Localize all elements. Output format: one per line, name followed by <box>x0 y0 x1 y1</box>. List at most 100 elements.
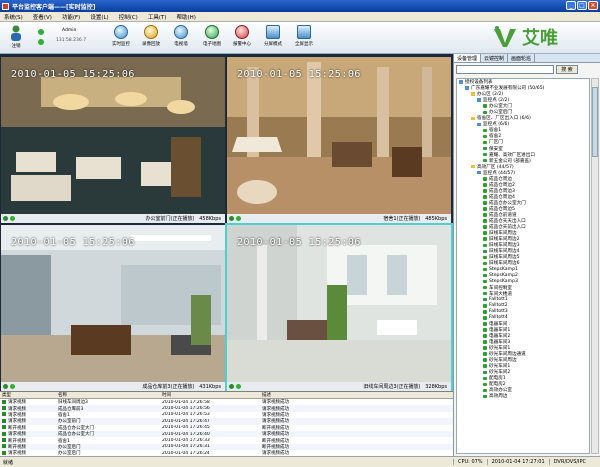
camera-icon <box>483 340 487 344</box>
log-type-text: 请求视频 <box>8 432 26 438</box>
camera-icon <box>483 104 487 108</box>
log-header: 类型 名称 时间 描述 <box>0 392 453 399</box>
col-desc[interactable]: 描述 <box>260 392 453 398</box>
fullscreen-label: 全屏显示 <box>295 42 313 47</box>
e-map-button[interactable]: 电子地图 <box>199 24 225 52</box>
tab-device-management[interactable]: 设备管理 <box>454 54 482 62</box>
camera-icon <box>483 243 487 248</box>
tree-item-label: Falltott4 <box>489 315 508 321</box>
camera-icon <box>483 291 487 296</box>
camera-icon <box>483 158 487 163</box>
log-row[interactable]: 请求视频 办公室前门 2010-01-04 17:26:47 请求视频成功 <box>0 418 453 425</box>
playback-button[interactable]: 录像回放 <box>138 24 164 52</box>
video-timestamp: 2010-01-05 15:25:06 <box>11 237 135 248</box>
maximize-button[interactable]: □ <box>577 1 587 10</box>
video-pane-4[interactable]: 2010-01-05 15:25:06 旧线车间周边3(正在播放) 328Kbp… <box>225 223 453 393</box>
tab-tour[interactable]: 画面轮巡 <box>508 54 536 62</box>
status-bar: 就绪 CPU: 07% 2010-01-04 17:27:01 DVR/DVS/… <box>0 456 600 467</box>
menu-function[interactable]: 功能(F) <box>62 13 80 21</box>
log-desc: 请求视频成功 <box>262 432 289 438</box>
status-led-icon <box>38 39 44 45</box>
camera-icon <box>483 152 487 157</box>
minimize-button[interactable]: _ <box>566 1 576 10</box>
record-icon[interactable] <box>236 384 241 389</box>
record-icon[interactable] <box>236 216 241 221</box>
monitor-icon <box>114 25 128 39</box>
camera-icon <box>483 279 487 284</box>
log-row[interactable]: 断开视频 宿舍1 2010-01-04 17:26:33 断开视频成功 <box>0 437 453 444</box>
tool-icon[interactable] <box>229 216 234 221</box>
menu-tools[interactable]: 工具(T) <box>148 13 167 21</box>
video-pane-1[interactable]: 2010-01-05 15:25:06 办公室前门(正在播放) 458Kbps <box>1 57 225 223</box>
log-type: 请求视频 <box>0 399 56 405</box>
camera-icon <box>483 273 487 278</box>
menu-system[interactable]: 系统(S) <box>4 13 23 21</box>
video-pane-3[interactable]: 2010-01-05 15:25:06 成品仓库前3(正在播放) 431Kbps <box>1 225 225 391</box>
col-type[interactable]: 类型 <box>0 392 56 398</box>
menu-view[interactable]: 查看(V) <box>33 13 52 21</box>
log-name: 办公室后门 <box>58 444 81 450</box>
group-icon <box>477 98 481 102</box>
tool-icon[interactable] <box>229 384 234 389</box>
log-type: 请求视频 <box>0 418 56 424</box>
log-type-text: 请求视频 <box>8 419 26 425</box>
menu-help[interactable]: 帮助(H) <box>176 13 195 21</box>
col-time[interactable]: 时间 <box>160 392 260 398</box>
log-row[interactable]: 断开视频 办公室后门 2010-01-04 17:26:31 断开视频成功 <box>0 443 453 451</box>
menu-settings[interactable]: 设置(L) <box>90 13 108 21</box>
tv-wall-button[interactable]: 电视墙 <box>168 24 194 52</box>
status-cpu: CPU: 07% <box>453 459 487 465</box>
video-pane-2[interactable]: 2010-01-05 15:25:06 宿舍1(正在播放) 485Kbps <box>227 57 451 223</box>
folder-icon <box>471 116 475 121</box>
live-view-label: 实时监控 <box>112 42 130 47</box>
log-type: 断开视频 <box>0 444 56 450</box>
title-bar: 平台监控客户端——[实时监控] _ □ × <box>0 0 600 12</box>
camera-icon <box>483 183 487 187</box>
log-time: 2010-01-04 17:26:40 <box>162 431 210 437</box>
tree-scrollbar[interactable] <box>591 78 599 454</box>
log-row[interactable]: 请求视频 成品仓办公室大门 2010-01-04 17:26:40 请求视频成功 <box>0 430 453 438</box>
logout-button[interactable]: 注销 <box>6 25 26 49</box>
search-button[interactable]: 搜 索 <box>556 64 578 74</box>
log-name: 宿舍1 <box>58 412 70 418</box>
search-input[interactable] <box>456 64 554 74</box>
split-mode-button[interactable]: 分屏模式 <box>260 24 286 52</box>
scrollbar-thumb[interactable] <box>592 87 598 157</box>
record-icon[interactable] <box>10 216 15 221</box>
tree-item[interactable]: 高效周边 <box>457 393 589 399</box>
log-time: 2010-01-04 17:26:47 <box>162 418 210 424</box>
event-icon <box>2 406 6 411</box>
camera-icon <box>483 310 487 314</box>
close-button[interactable]: × <box>588 1 598 10</box>
tab-ptz-control[interactable]: 云镜控制 <box>481 54 509 62</box>
split-mode-label: 分屏模式 <box>264 42 282 47</box>
map-icon <box>205 25 219 39</box>
log-row[interactable]: 请求视频 宿舍1 2010-01-04 17:26:53 请求视频成功 <box>0 412 453 418</box>
record-icon[interactable] <box>10 384 15 389</box>
camera-icon <box>483 249 487 254</box>
ip-address: 131.58.236.7 <box>56 38 87 43</box>
live-view-button[interactable]: 实时监控 <box>108 24 134 52</box>
log-row[interactable]: 请求视频 旧线车间周边3 2010-01-04 17:26:58 请求视频成功 <box>0 399 453 405</box>
camera-icon <box>483 304 487 308</box>
log-row[interactable]: 断开视频 成品仓办公室大门 2010-01-04 17:26:45 断开视频成功 <box>0 425 453 431</box>
window-title: 平台监控客户端——[实时监控] <box>12 3 96 11</box>
device-tree: 授权设备列表 广东嘉耀不业发展有限公司 (50/65) 办公区 (2/2) 监控点 (… <box>456 78 590 454</box>
log-type-text: 断开视频 <box>8 444 26 450</box>
tool-icon[interactable] <box>3 384 8 389</box>
log-name: 旧线车间周边3 <box>58 400 88 406</box>
playback-label: 录像回放 <box>142 42 160 47</box>
col-name[interactable]: 名称 <box>56 392 160 398</box>
log-type: 断开视频 <box>0 425 56 431</box>
tool-icon[interactable] <box>3 216 8 221</box>
play-icon <box>144 25 158 39</box>
log-name: 办公室前门 <box>58 419 81 425</box>
log-row[interactable]: 请求视频 成品仓库前3 2010-01-04 17:26:56 请求视频成功 <box>0 405 453 412</box>
log-name: 成品仓办公室大门 <box>58 425 94 431</box>
video-timestamp: 2010-01-05 15:25:06 <box>237 237 361 248</box>
fullscreen-button[interactable]: 全屏显示 <box>291 24 317 52</box>
group-icon <box>477 122 481 127</box>
alarm-center-button[interactable]: 报警中心 <box>229 24 255 52</box>
menu-control[interactable]: 控制(C) <box>119 13 138 21</box>
log-type-text: 断开视频 <box>8 438 26 444</box>
